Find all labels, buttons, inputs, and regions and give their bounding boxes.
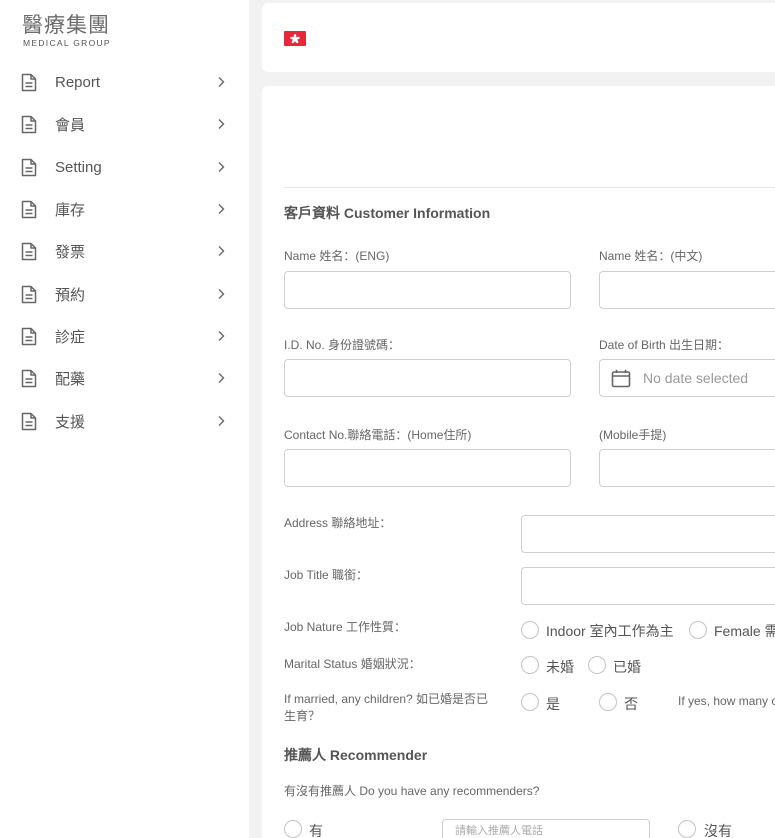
recommender-no-radio[interactable]	[678, 820, 696, 838]
top-bar	[262, 3, 775, 72]
job-title-input[interactable]	[521, 567, 775, 605]
sidebar-item-report[interactable]: Report	[0, 64, 249, 100]
recommender-question: 有沒有推薦人 Do you have any recommenders?	[284, 784, 540, 798]
chevron-right-icon	[218, 204, 225, 214]
logo-english-text: MEDICAL GROUP	[23, 38, 111, 48]
sidebar-item-appointment[interactable]: 預約	[0, 276, 249, 312]
recommender-phone-input[interactable]	[442, 819, 650, 838]
job-nature-indoor-radio[interactable]	[521, 621, 539, 639]
hong-kong-flag-icon[interactable]	[284, 31, 306, 46]
calendar-icon	[611, 369, 631, 388]
marital-single-radio[interactable]	[521, 656, 539, 674]
document-icon	[21, 242, 37, 261]
children-label: If married, any children? 如已婚是否已 生育？	[284, 691, 488, 725]
contact-home-input[interactable]	[284, 449, 571, 487]
document-icon	[21, 412, 37, 431]
document-icon	[21, 285, 37, 304]
document-icon	[21, 200, 37, 219]
chevron-right-icon	[218, 246, 225, 256]
name-chi-label: Name 姓名：(中文)	[599, 249, 703, 263]
sidebar-item-setting[interactable]: Setting	[0, 149, 249, 185]
children-howmany-label: If yes, how many c	[678, 694, 775, 708]
sidebar-item-label: 庫存	[55, 201, 86, 219]
bauhinia-icon	[290, 33, 300, 43]
sidebar-item-label: 配藥	[55, 370, 86, 388]
marital-married-label: 已婚	[613, 659, 641, 675]
document-icon	[21, 369, 37, 388]
sidebar-item-label: Report	[55, 73, 101, 91]
sidebar-item-member[interactable]: 會員	[0, 106, 249, 142]
address-input[interactable]	[521, 515, 775, 553]
chevron-right-icon	[218, 77, 225, 87]
name-eng-input[interactable]	[284, 271, 571, 309]
sidebar-item-label: 會員	[55, 116, 86, 134]
name-eng-label: Name 姓名：(ENG)	[284, 249, 390, 263]
job-nature-indoor-label: Indoor 室內工作為主	[546, 623, 674, 639]
chevron-right-icon	[218, 162, 225, 172]
children-label-line-2: 生育？	[284, 709, 321, 723]
recommender-yes-radio[interactable]	[284, 820, 302, 838]
recommender-yes-label: 有	[309, 823, 323, 838]
document-icon	[21, 115, 37, 134]
customer-form-card: 客戶資料 Customer Information Name 姓名：(ENG) …	[262, 86, 775, 838]
marital-single-label: 未婚	[546, 659, 574, 675]
job-nature-female-label: Female 需	[714, 623, 775, 639]
recommender-title: 推薦人 Recommender	[284, 747, 428, 763]
sidebar-item-label: Setting	[55, 158, 102, 176]
document-icon	[21, 327, 37, 346]
chevron-right-icon	[218, 331, 225, 341]
children-no-radio[interactable]	[599, 693, 617, 711]
name-chi-input[interactable]	[599, 271, 775, 309]
chevron-right-icon	[218, 373, 225, 383]
sidebar-item-label: 診症	[55, 328, 86, 346]
children-yes-radio[interactable]	[521, 693, 539, 711]
contact-mobile-label: (Mobile手提)	[599, 428, 667, 442]
children-no-label: 否	[624, 696, 638, 712]
sidebar: 醫療集團 MEDICAL GROUP Report 會員 Setting 庫存發票預約…	[0, 0, 249, 838]
children-yes-label: 是	[546, 696, 560, 712]
job-nature-label: Job Nature 工作性質：	[284, 620, 407, 634]
id-input[interactable]	[284, 359, 571, 397]
contact-mobile-input[interactable]	[599, 449, 775, 487]
id-label: I.D. No. 身份證號碼：	[284, 338, 401, 352]
sidebar-item-support[interactable]: 支援	[0, 403, 249, 439]
job-title-label: Job Title 職銜：	[284, 568, 369, 582]
recommender-no-label: 沒有	[704, 823, 732, 838]
job-nature-female-radio[interactable]	[689, 621, 707, 639]
logo-chinese-text: 醫療集團	[22, 13, 110, 37]
marital-label: Marital Status 婚姻狀況：	[284, 657, 421, 671]
chevron-right-icon	[218, 416, 225, 426]
logo: 醫療集團 MEDICAL GROUP	[22, 12, 111, 48]
customer-info-title: 客戶資料 Customer Information	[284, 205, 491, 221]
sidebar-item-invoice[interactable]: 發票	[0, 233, 249, 269]
document-icon	[21, 73, 37, 92]
dob-label: Date of Birth 出生日期：	[599, 338, 730, 352]
recommender-phone-field[interactable]	[443, 820, 649, 838]
chevron-right-icon	[218, 289, 225, 299]
chevron-right-icon	[218, 119, 225, 129]
children-label-line-1: If married, any children? 如已婚是否已	[284, 692, 489, 706]
sidebar-item-inventory[interactable]: 庫存	[0, 191, 249, 227]
sidebar-item-label: 發票	[55, 243, 86, 261]
divider	[284, 187, 775, 188]
sidebar-item-label: 支援	[55, 413, 86, 431]
marital-married-radio[interactable]	[588, 656, 606, 674]
document-icon	[21, 158, 37, 177]
contact-home-label: Contact No.聯絡電話：(Home住所)	[284, 428, 472, 442]
sidebar-item-label: 預約	[55, 286, 86, 304]
dob-placeholder: No date selected	[643, 370, 749, 386]
dob-picker[interactable]: No date selected	[599, 359, 775, 397]
address-label: Address 聯絡地址：	[284, 516, 392, 530]
sidebar-item-consultation[interactable]: 診症	[0, 318, 249, 354]
sidebar-item-dispensing[interactable]: 配藥	[0, 360, 249, 396]
